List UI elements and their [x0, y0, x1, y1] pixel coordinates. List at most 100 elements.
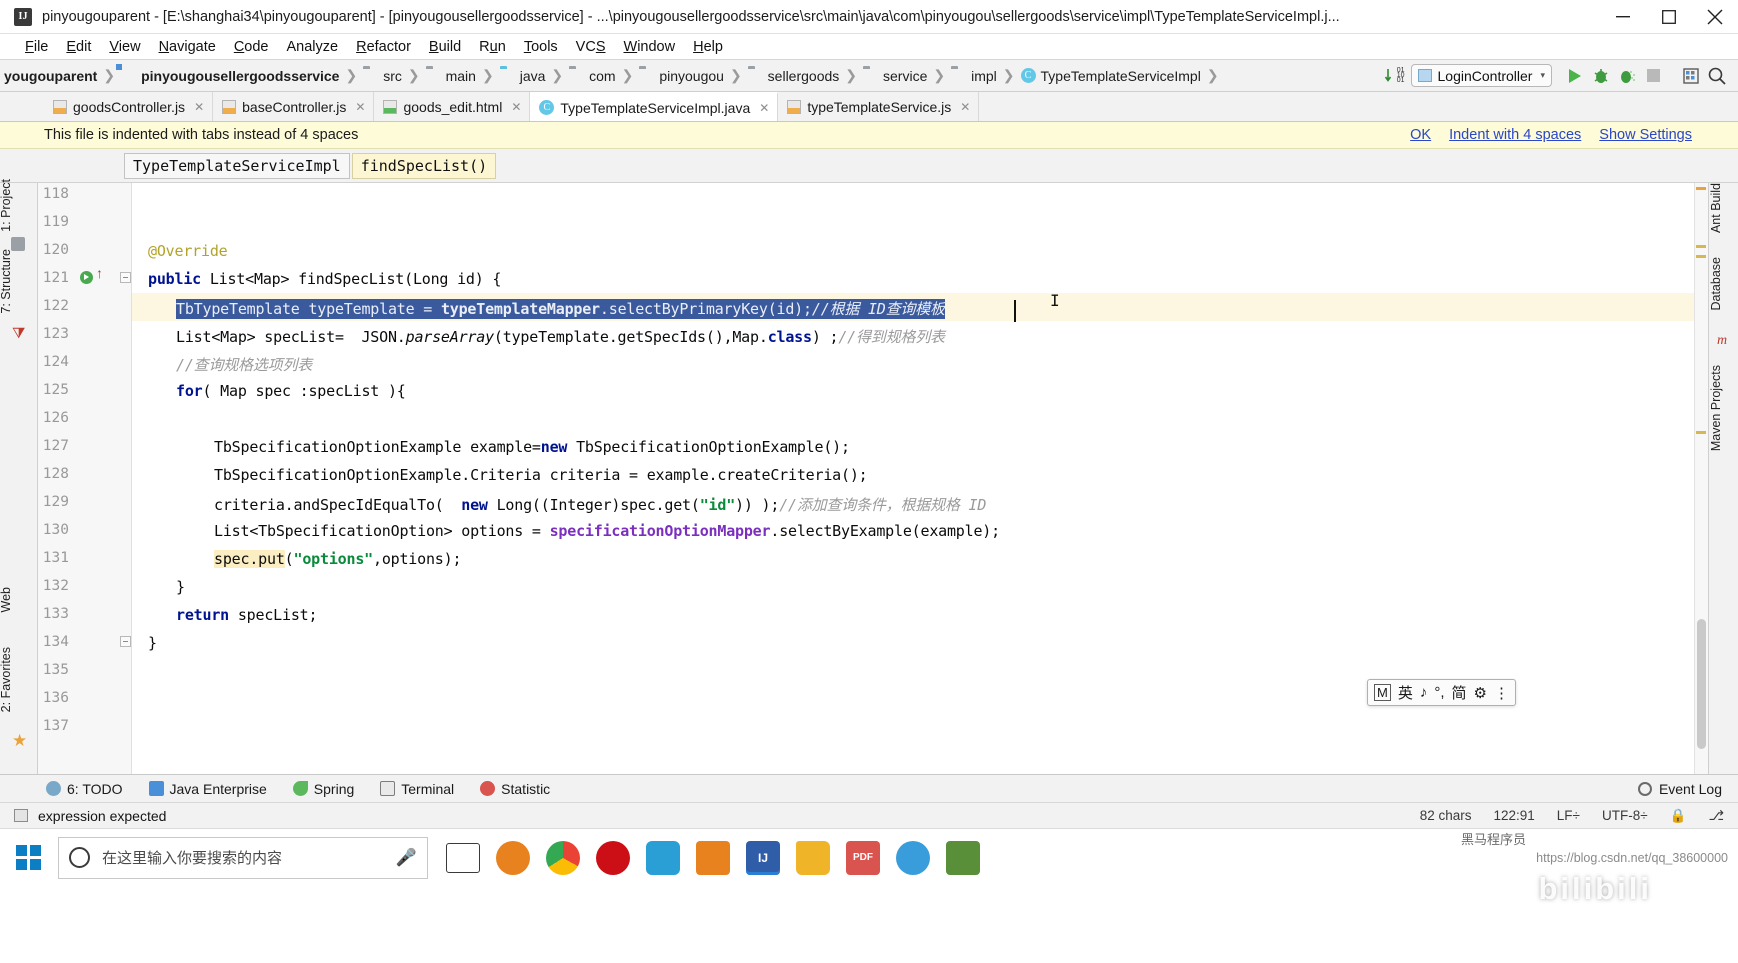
ime-language-label[interactable]: 英	[1398, 682, 1413, 703]
menu-run[interactable]: Run	[470, 34, 515, 60]
breadcrumb-src[interactable]: src ❯	[363, 67, 425, 84]
breadcrumb-class[interactable]: C TypeTemplateServiceImpl ❯	[1020, 67, 1225, 84]
run-configuration-selector[interactable]: LoginController ▾	[1410, 64, 1552, 87]
menu-edit[interactable]: Edit	[57, 34, 100, 60]
close-icon[interactable]: ✕	[759, 101, 769, 115]
lock-icon[interactable]: 🔒	[1670, 808, 1687, 824]
menu-build[interactable]: Build	[420, 34, 470, 60]
explorer-icon[interactable]	[796, 840, 830, 875]
event-log-button[interactable]: Event Log	[1637, 781, 1738, 797]
stop-button[interactable]	[1640, 63, 1666, 89]
tab-baseController-js[interactable]: baseController.js ✕	[213, 92, 375, 121]
banner-indent-link[interactable]: Indent with 4 spaces	[1449, 127, 1581, 143]
menu-refactor[interactable]: Refactor	[347, 34, 420, 60]
build-project-button[interactable]	[1678, 63, 1704, 89]
banner-ok-link[interactable]: OK	[1410, 127, 1431, 143]
tool-window-todo[interactable]: 6: TODO	[46, 781, 123, 797]
breadcrumb-chip-method[interactable]: findSpecList()	[351, 152, 497, 179]
breadcrumb-sellergoods[interactable]: sellergoods ❯	[748, 67, 863, 84]
tool-window-spring[interactable]: Spring	[292, 781, 354, 797]
intellij-icon[interactable]: IJ	[746, 840, 780, 875]
banner-settings-link[interactable]: Show Settings	[1599, 127, 1692, 143]
tab-typeTemplateService-js[interactable]: typeTemplateService.js ✕	[778, 92, 980, 121]
folder-orange-icon[interactable]	[696, 840, 730, 875]
fold-region-icon[interactable]	[120, 636, 131, 647]
breadcrumb-impl[interactable]: impl ❯	[951, 67, 1020, 84]
breadcrumb-service[interactable]: service ❯	[863, 67, 951, 84]
run-with-coverage-button[interactable]	[1614, 63, 1640, 89]
warning-marker[interactable]	[1696, 255, 1706, 258]
vertical-scrollbar-thumb[interactable]	[1697, 619, 1706, 749]
breadcrumb-project[interactable]: yougouparent ❯	[4, 67, 121, 84]
ime-tone-icon[interactable]: ♪	[1420, 684, 1428, 701]
breadcrumb-com[interactable]: com ❯	[569, 67, 639, 84]
caret-position[interactable]: 122:91	[1494, 808, 1535, 823]
git-branch-icon[interactable]: ⎇	[1708, 808, 1724, 824]
close-button[interactable]	[1692, 0, 1738, 34]
menu-analyze[interactable]: Analyze	[278, 34, 348, 60]
sidebar-item-ant-build[interactable]: Ant Build	[1709, 179, 1738, 237]
sidebar-item-database[interactable]: Database	[1709, 253, 1738, 315]
run-method-gutter-icon[interactable]	[80, 271, 93, 284]
java-enterprise-icon	[148, 781, 164, 796]
breadcrumb-main[interactable]: main ❯	[426, 67, 500, 84]
tab-TypeTemplateServiceImpl-java[interactable]: C TypeTemplateServiceImpl.java ✕	[530, 92, 779, 121]
breadcrumb-pinyougou[interactable]: pinyougou ❯	[639, 67, 747, 84]
breadcrumb-module[interactable]: pinyougousellergoodsservice ❯	[121, 67, 363, 84]
menu-tools[interactable]: Tools	[515, 34, 567, 60]
gear-icon[interactable]: ⚙	[1474, 684, 1487, 702]
tool-window-java-enterprise[interactable]: Java Enterprise	[148, 781, 267, 797]
minimize-button[interactable]	[1600, 0, 1646, 34]
maximize-button[interactable]	[1646, 0, 1692, 34]
pdf-icon[interactable]: PDF	[846, 840, 880, 875]
implementing-method-icon[interactable]: ↑	[96, 265, 103, 281]
editor-gutter[interactable]: 118 119 120 121 122 123 124 125 126 127 …	[38, 183, 132, 774]
chrome-icon[interactable]	[546, 840, 580, 875]
breadcrumb-chip-class[interactable]: TypeTemplateServiceImpl	[124, 152, 350, 179]
tool-window-statistic[interactable]: Statistic	[480, 781, 550, 797]
breadcrumb-java[interactable]: java ❯	[500, 67, 569, 84]
code-editor[interactable]: @Override public List<Map> findSpecList(…	[132, 183, 1694, 774]
file-encoding[interactable]: UTF-8÷	[1602, 808, 1648, 823]
task-view-icon[interactable]	[446, 842, 480, 873]
sort-numeric-icon[interactable]: 01 10 01	[1384, 67, 1405, 84]
fold-region-icon[interactable]	[120, 272, 131, 283]
wechat-icon[interactable]	[896, 840, 930, 875]
tab-goods-edit-html[interactable]: goods_edit.html ✕	[374, 92, 531, 121]
tab-goodsController-js[interactable]: goodsController.js ✕	[44, 92, 214, 121]
windows-start-icon[interactable]	[0, 828, 56, 887]
menu-vcs[interactable]: VCS	[567, 34, 615, 60]
search-everywhere-button[interactable]	[1704, 63, 1730, 89]
line-separator[interactable]: LF÷	[1557, 808, 1580, 823]
fox-browser-icon[interactable]	[496, 840, 530, 875]
editor-icon[interactable]	[946, 840, 980, 875]
app-blue-icon[interactable]	[646, 840, 680, 875]
module-icon	[121, 69, 136, 82]
warning-marker[interactable]	[1696, 431, 1706, 434]
menu-window[interactable]: Window	[615, 34, 685, 60]
close-icon[interactable]: ✕	[194, 100, 204, 114]
warning-marker[interactable]	[1696, 245, 1706, 248]
run-button[interactable]	[1562, 63, 1588, 89]
close-icon[interactable]: ✕	[355, 100, 365, 114]
ime-punctuation-icon[interactable]: °,	[1434, 684, 1444, 701]
menu-view[interactable]: View	[100, 34, 149, 60]
close-icon[interactable]: ✕	[960, 100, 970, 114]
debug-button[interactable]	[1588, 63, 1614, 89]
warning-marker[interactable]	[1696, 187, 1706, 190]
ime-mode-icon[interactable]: M	[1374, 684, 1391, 701]
sidebar-item-maven-projects[interactable]: Maven Projects	[1709, 361, 1738, 455]
menu-navigate[interactable]: Navigate	[150, 34, 225, 60]
tool-window-terminal[interactable]: Terminal	[380, 781, 454, 797]
editor-marker-stripe[interactable]	[1694, 183, 1708, 774]
taskbar-search-input[interactable]: 在这里输入你要搜索的内容 🎤	[58, 836, 428, 879]
menu-code[interactable]: Code	[225, 34, 278, 60]
menu-help[interactable]: Help	[684, 34, 732, 60]
menu-file[interactable]: File	[16, 34, 57, 60]
ime-status-bar[interactable]: M 英 ♪ °, 简 ⚙ ⋮	[1367, 679, 1516, 706]
microphone-icon[interactable]: 🎤	[396, 848, 417, 868]
close-icon[interactable]: ✕	[511, 100, 521, 114]
ime-shape-label[interactable]: 简	[1452, 682, 1467, 703]
opera-icon[interactable]	[596, 840, 630, 875]
ime-drag-handle[interactable]: ⋮	[1494, 684, 1509, 702]
